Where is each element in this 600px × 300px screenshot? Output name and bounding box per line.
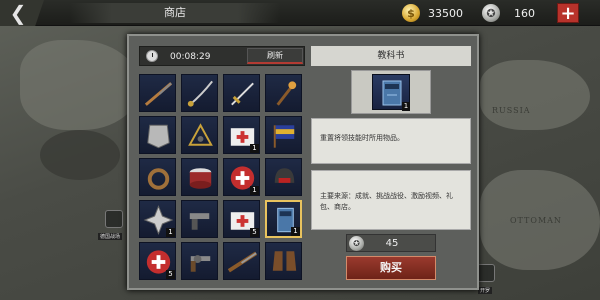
shop-item-slot[interactable]: 1 xyxy=(223,158,260,196)
item-description: 重置将领技能时所用物品。 xyxy=(311,118,471,164)
torch-icon xyxy=(266,75,301,111)
item-grid: 1 1 1 5 1 5 xyxy=(139,74,305,280)
shop-item-slot[interactable] xyxy=(139,158,176,196)
shop-item-slot[interactable]: 5 xyxy=(139,242,176,280)
shop-item-slot[interactable] xyxy=(265,158,302,196)
item-count: 1 xyxy=(250,144,259,153)
shop-item-slot[interactable] xyxy=(181,74,218,112)
boots-icon xyxy=(266,243,301,279)
item-count: 1 xyxy=(291,227,300,236)
silver-medal-icon: ✪ xyxy=(482,4,500,22)
gold-value: 33500 xyxy=(428,6,463,20)
shop-item-slot[interactable] xyxy=(181,116,218,154)
refresh-button[interactable]: 刷新 xyxy=(247,48,303,64)
sword-icon xyxy=(224,75,259,111)
shop-item-slot[interactable] xyxy=(265,116,302,154)
item-count: 1 xyxy=(166,228,175,237)
back-button[interactable]: ❮ xyxy=(0,0,44,26)
buy-button[interactable]: 购买 xyxy=(346,256,436,280)
shop-item-slot[interactable]: 1 xyxy=(139,200,176,238)
drum-icon xyxy=(182,159,217,195)
helmet-icon[interactable] xyxy=(477,264,495,282)
add-currency-button[interactable]: + xyxy=(557,3,579,23)
shop-item-slot[interactable]: 5 xyxy=(223,200,260,238)
clock-icon xyxy=(146,50,158,62)
helmet-icon xyxy=(266,159,301,195)
item-source: 主要来源：成就、挑战战役、激励视频、礼包、商店。 xyxy=(311,170,471,230)
shop-item-slot[interactable]: 1 xyxy=(265,200,302,238)
shop-item-slot[interactable]: 1 xyxy=(223,116,260,154)
saber-icon xyxy=(182,75,217,111)
flag-icon xyxy=(266,117,301,153)
item-count: 1 xyxy=(250,186,259,195)
shop-panel: 00:08:29 刷新 1 1 1 5 1 5 教科书 1 重置将领技能时所用物品。 主要… xyxy=(127,34,479,290)
shop-item-slot[interactable] xyxy=(223,74,260,112)
item-count: 5 xyxy=(250,228,259,237)
price-tag: 45 ✪ xyxy=(346,234,436,252)
pistol-icon xyxy=(182,201,217,237)
shop-item-slot[interactable] xyxy=(181,200,218,238)
gold-coin-icon: $ xyxy=(402,4,420,22)
shop-item-slot[interactable] xyxy=(139,74,176,112)
musket-icon xyxy=(224,243,259,279)
map-button-label: 开罗 xyxy=(478,287,493,294)
map-landmass xyxy=(480,60,590,130)
sextant-icon xyxy=(182,117,217,153)
rope-icon xyxy=(140,159,175,195)
rifle-icon xyxy=(140,75,175,111)
timer-text: 00:08:29 xyxy=(170,52,211,62)
gold-counter: $ 33500 xyxy=(402,4,463,22)
shop-item-slot[interactable] xyxy=(139,116,176,154)
shop-item-slot[interactable] xyxy=(265,74,302,112)
shop-item-slot[interactable] xyxy=(265,242,302,280)
refresh-timer: 00:08:29 刷新 xyxy=(139,46,305,66)
top-bar: ❮ 商店 $ 33500 ✪ 160 + xyxy=(0,0,600,26)
fortress-icon[interactable] xyxy=(105,210,123,228)
item-detail: 教科书 1 重置将领技能时所用物品。 主要来源：成就、挑战战役、激励视频、礼包、… xyxy=(311,46,471,282)
map-landmass xyxy=(20,40,140,130)
silver-counter: ✪ 160 xyxy=(482,4,535,22)
back-arrow-icon: ❮ xyxy=(9,1,27,25)
page-title: 商店 xyxy=(70,3,280,23)
detail-count: 1 xyxy=(402,102,410,111)
shop-item-slot[interactable] xyxy=(181,242,218,280)
shop-item-slot[interactable] xyxy=(223,242,260,280)
shop-item-area: 00:08:29 刷新 1 1 1 5 1 5 xyxy=(139,46,305,282)
silver-medal-icon: ✪ xyxy=(349,236,364,251)
map-label-ottoman: OTTOMAN xyxy=(510,216,562,225)
revolver-icon xyxy=(182,243,217,279)
map-button-label: 德国战场 xyxy=(98,233,123,240)
detail-item-frame: 1 xyxy=(351,70,431,114)
map-sea xyxy=(40,130,120,180)
breastplate-icon xyxy=(140,117,175,153)
shop-item-slot[interactable] xyxy=(181,158,218,196)
item-count: 5 xyxy=(166,270,175,279)
detail-title: 教科书 xyxy=(311,46,471,66)
map-label-russia: RUSSIA xyxy=(492,106,531,115)
silver-value: 160 xyxy=(514,6,535,20)
